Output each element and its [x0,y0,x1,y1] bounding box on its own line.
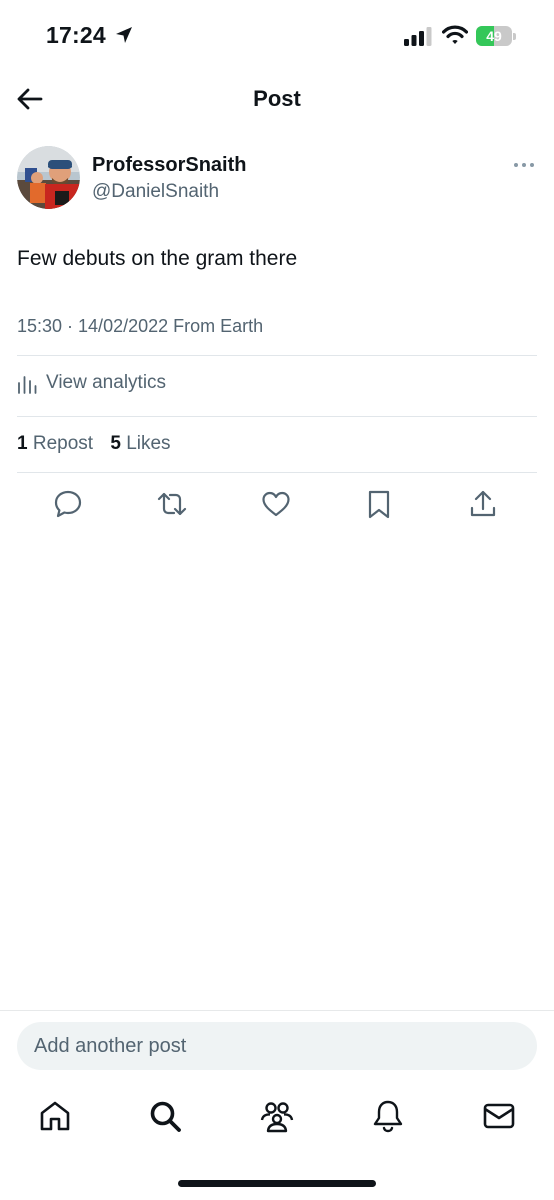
page-title: Post [253,86,301,111]
share-icon[interactable] [467,488,499,520]
reply-input[interactable]: Add another post [17,1022,537,1070]
reply-placeholder: Add another post [34,1035,187,1057]
top-navigation: Post [0,74,554,124]
post-text: Few debuts on the gram there [17,247,298,270]
divider [0,1010,554,1011]
battery-level: 49 [486,28,502,44]
divider [17,355,537,356]
post-author: ProfessorSnaith @DanielSnaith [17,146,537,212]
reposts-label: Repost [32,433,94,454]
home-indicator [178,1180,376,1187]
reply-icon[interactable] [52,488,84,520]
view-analytics-label: View analytics [46,372,167,393]
author-handle[interactable]: @DanielSnaith [92,181,219,203]
divider [17,416,537,417]
avatar[interactable] [17,146,80,209]
cellular-signal-icon [404,27,432,46]
status-time: 17:24 [46,22,106,48]
post-timestamp: 15:30 · 14/02/2022 From Earth [17,316,264,336]
engagement-stats: 1 Repost 5 Likes [17,433,171,455]
author-display-name[interactable]: ProfessorSnaith [92,154,246,177]
likes-count: 5 [110,433,121,454]
battery-icon: 49 [476,26,516,46]
location-arrow-icon [116,27,132,43]
reposts-count: 1 [17,433,28,454]
analytics-icon [18,376,37,394]
search-icon[interactable] [147,1098,183,1134]
communities-icon[interactable] [259,1098,295,1134]
reposts-stat[interactable]: 1 Repost [17,433,93,454]
status-bar: 17:24 49 [0,0,554,74]
notifications-icon[interactable] [370,1098,406,1134]
repost-icon[interactable] [156,488,188,520]
likes-stat[interactable]: 5 Likes [110,433,170,454]
messages-icon[interactable] [481,1098,517,1134]
like-icon[interactable] [260,488,292,520]
wifi-icon [442,25,468,44]
more-options-icon[interactable] [512,154,536,176]
home-icon[interactable] [37,1098,73,1134]
likes-label: Likes [126,433,171,454]
bookmark-icon[interactable] [363,488,395,520]
divider [17,472,537,473]
post-action-bar [0,488,554,522]
bottom-tab-bar [0,1094,554,1142]
